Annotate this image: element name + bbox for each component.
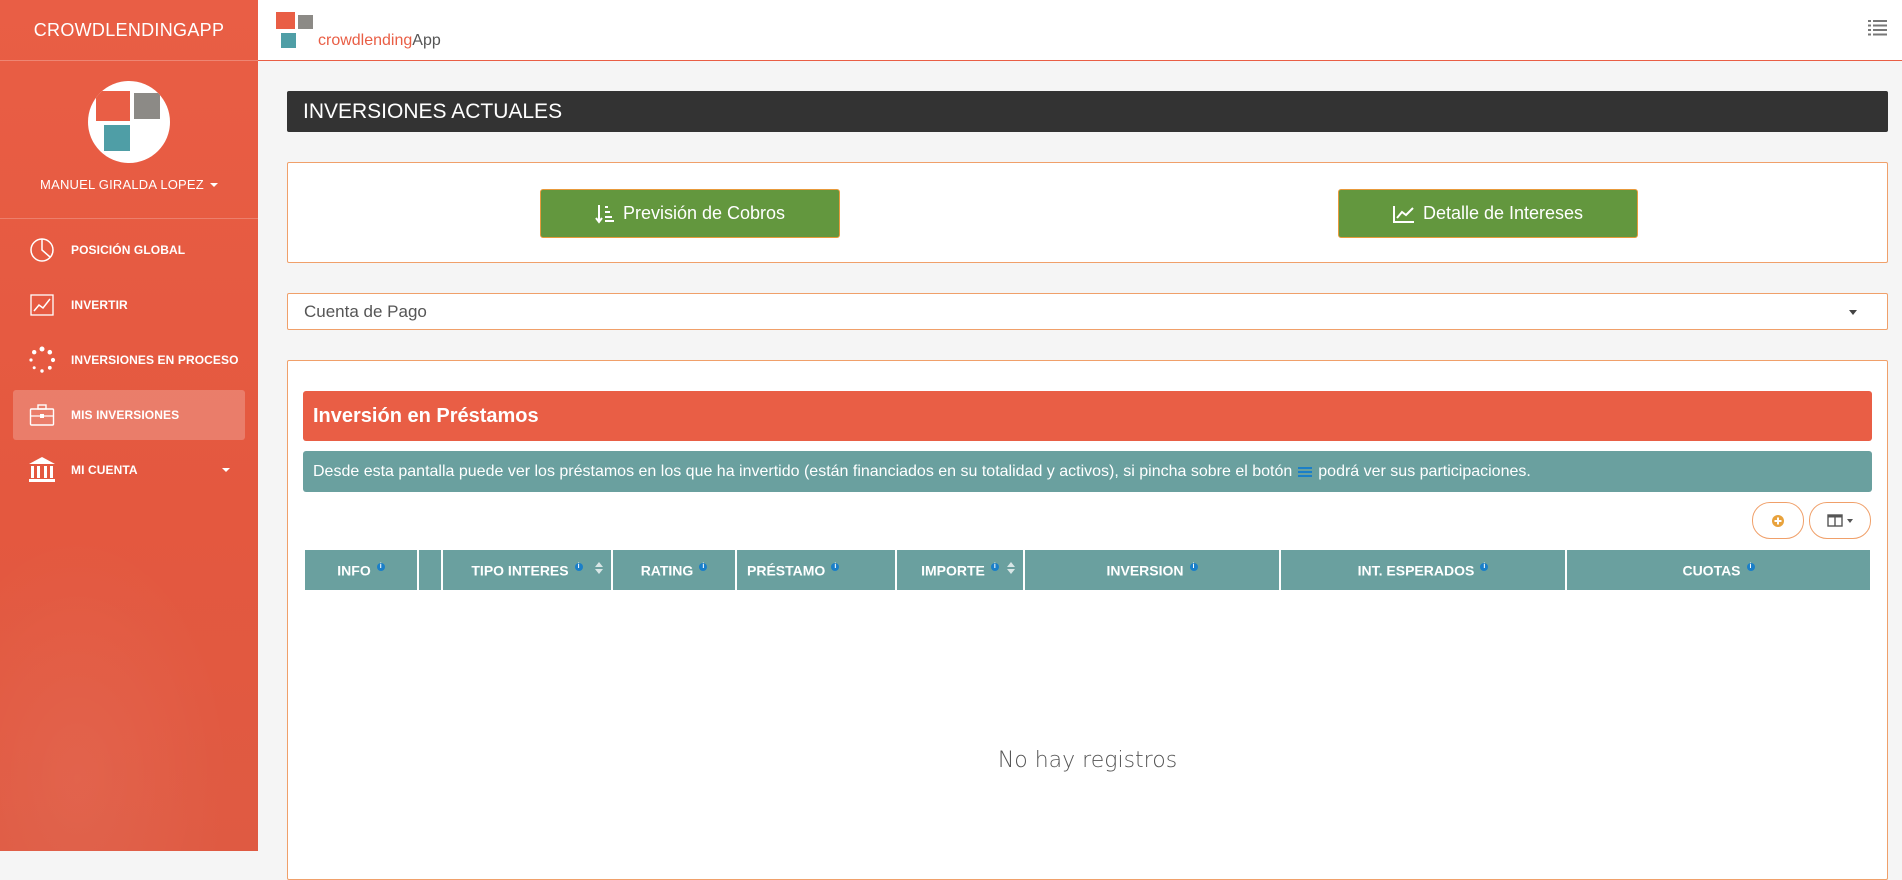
- info-icon[interactable]: i: [1189, 563, 1198, 572]
- add-filter-button[interactable]: [1752, 502, 1804, 539]
- col-header-info[interactable]: INFO i: [305, 550, 417, 590]
- info-icon[interactable]: i: [1746, 563, 1755, 572]
- info-icon[interactable]: i: [699, 563, 708, 572]
- briefcase-icon: [27, 400, 57, 430]
- prevision-cobros-button[interactable]: Previsión de Cobros: [540, 189, 840, 238]
- sidebar-item-label: INVERSIONES EN PROCESO: [71, 353, 239, 367]
- bank-icon: [27, 455, 57, 485]
- line-chart-icon: [27, 290, 57, 320]
- user-menu-toggle[interactable]: MANUEL GIRALDA LOPEZ: [40, 177, 218, 192]
- col-header-label: INFO: [337, 562, 371, 579]
- sidebar-item-inversiones-en-proceso[interactable]: INVERSIONES EN PROCESO: [13, 335, 245, 385]
- prevision-cobros-label: Previsión de Cobros: [622, 203, 786, 223]
- info-icon[interactable]: i: [831, 563, 840, 572]
- chevron-down-icon: [1849, 310, 1857, 315]
- sidebar-item-mis-inversiones[interactable]: MIS INVERSIONES: [13, 390, 245, 440]
- area-chart-icon: [1392, 205, 1414, 223]
- info-text-after: podrá ver sus participaciones.: [1318, 462, 1531, 480]
- caret-down-icon: [1847, 518, 1853, 523]
- col-header-label: PRÉSTAMO: [747, 562, 826, 579]
- col-header-importe[interactable]: IMPORTE i: [897, 550, 1023, 590]
- caret-down-icon: [222, 468, 230, 472]
- col-header-inversion[interactable]: INVERSION i: [1025, 550, 1279, 590]
- list-menu-button[interactable]: [1868, 18, 1888, 41]
- info-icon[interactable]: i: [990, 563, 999, 572]
- col-header-tipo-interes[interactable]: TIPO INTERES i: [443, 550, 611, 590]
- avatar[interactable]: [88, 81, 170, 163]
- info-message: Desde esta pantalla puede ver los présta…: [303, 451, 1872, 492]
- col-header-label: TIPO INTERES: [471, 562, 569, 579]
- top-bar: crowdlendingApp: [258, 0, 1902, 61]
- detalle-intereses-label: Detalle de Intereses: [1422, 203, 1584, 223]
- list-icon: [1868, 20, 1887, 36]
- user-name: MANUEL GIRALDA LOPEZ: [40, 177, 204, 192]
- sidebar-item-invertir[interactable]: INVERTIR: [13, 280, 245, 330]
- info-icon[interactable]: i: [376, 563, 385, 572]
- cuenta-select-value: Cuenta de Pago: [304, 301, 427, 321]
- caret-down-icon: [209, 182, 218, 187]
- sidebar-item-posicion-global[interactable]: POSICIÓN GLOBAL: [13, 225, 245, 275]
- sidebar-item-label: MI CUENTA: [71, 463, 138, 477]
- logo-text: crowdlendingApp: [318, 32, 441, 50]
- card-title: Inversión en Préstamos: [303, 391, 1872, 441]
- col-header-label: INT. ESPERADOS: [1357, 562, 1475, 579]
- avatar-logo-icon: [96, 89, 162, 155]
- user-profile: MANUEL GIRALDA LOPEZ: [0, 61, 258, 219]
- sort-icon[interactable]: [595, 562, 603, 574]
- col-header-label: CUOTAS: [1682, 562, 1741, 579]
- info-icon[interactable]: i: [1480, 563, 1489, 572]
- inversiones-card: Inversión en Préstamos Desde esta pantal…: [287, 360, 1888, 880]
- col-header-blank: [419, 550, 441, 590]
- col-header-label: INVERSION: [1106, 562, 1184, 579]
- table-toolbar: [303, 492, 1872, 550]
- sidebar-nav: POSICIÓN GLOBAL INVERTIR INVERSIONES EN …: [0, 219, 258, 495]
- col-header-prestamo[interactable]: PRÉSTAMO i: [737, 550, 895, 590]
- logo-squares-icon: [276, 12, 313, 48]
- logo-text-crowd: crowdlending: [318, 32, 413, 49]
- table-header-row: INFO i TIPO INTERES i RATING i PRÉSTAMO i IM: [305, 550, 1870, 590]
- info-icon[interactable]: i: [574, 563, 583, 572]
- plus-circle-icon: [1772, 514, 1784, 527]
- spinner-icon: [27, 345, 57, 375]
- col-header-int-esperados[interactable]: INT. ESPERADOS i: [1281, 550, 1565, 590]
- detalle-intereses-button[interactable]: Detalle de Intereses: [1338, 189, 1638, 238]
- sort-icon[interactable]: [1007, 562, 1015, 574]
- cuenta-select[interactable]: Cuenta de Pago: [287, 293, 1888, 330]
- logo-text-app: App: [412, 32, 441, 49]
- bars-icon: [1298, 466, 1313, 478]
- actions-panel: Previsión de Cobros Detalle de Intereses: [287, 162, 1888, 263]
- pie-chart-icon: [27, 235, 57, 265]
- sidebar-item-label: MIS INVERSIONES: [71, 408, 180, 422]
- info-text-before: Desde esta pantalla puede ver los présta…: [313, 462, 1293, 480]
- col-header-cuotas[interactable]: CUOTAS i: [1567, 550, 1870, 590]
- app-logo[interactable]: crowdlendingApp: [276, 12, 441, 50]
- col-header-rating[interactable]: RATING i: [613, 550, 735, 590]
- col-header-label: IMPORTE: [921, 562, 985, 579]
- sidebar-item-label: POSICIÓN GLOBAL: [71, 243, 186, 257]
- sort-amount-icon: [595, 204, 614, 224]
- columns-toggle-button[interactable]: [1809, 502, 1871, 539]
- main-content: INVERSIONES ACTUALES Previsión de Cobros…: [287, 91, 1888, 880]
- app-brand[interactable]: CROWDLENDINGAPP: [0, 0, 258, 61]
- sidebar: CROWDLENDINGAPP MANUEL GIRALDA LOPEZ POS…: [0, 0, 258, 851]
- page-title: INVERSIONES ACTUALES: [287, 91, 1888, 132]
- columns-icon: [1827, 514, 1843, 527]
- col-header-label: RATING: [640, 562, 694, 579]
- sidebar-item-mi-cuenta[interactable]: MI CUENTA: [13, 445, 245, 495]
- sidebar-item-label: INVERTIR: [71, 298, 128, 312]
- empty-state-text: No hay registros: [997, 748, 1178, 773]
- inversiones-table: INFO i TIPO INTERES i RATING i PRÉSTAMO i IM: [303, 550, 1872, 590]
